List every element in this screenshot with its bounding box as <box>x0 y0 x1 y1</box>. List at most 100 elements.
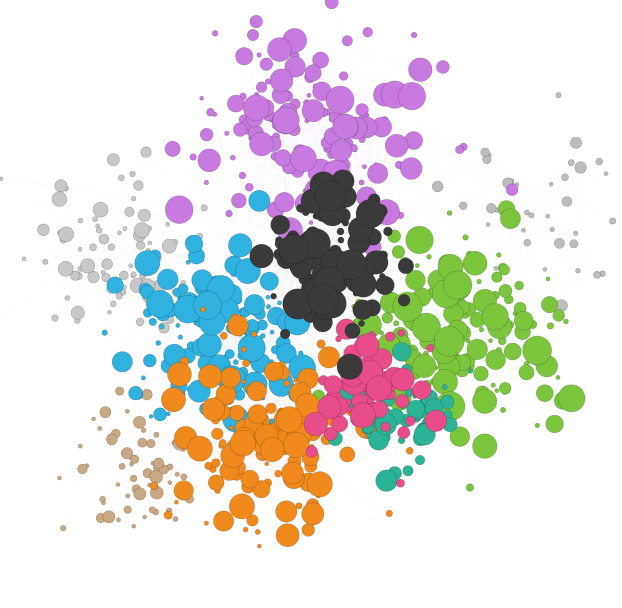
graph-node <box>279 234 309 264</box>
graph-node <box>469 369 473 373</box>
graph-node <box>524 239 531 246</box>
graph-node <box>403 466 413 476</box>
graph-node <box>138 438 147 447</box>
graph-node <box>398 82 426 110</box>
graph-node <box>413 381 432 400</box>
graph-node <box>275 150 292 167</box>
graph-node <box>52 192 67 207</box>
graph-edge <box>0 199 59 326</box>
graph-node <box>305 65 321 81</box>
graph-node <box>211 459 220 468</box>
graph-node <box>90 244 97 251</box>
graph-edge <box>60 428 99 528</box>
graph-node <box>164 511 172 519</box>
graph-node <box>260 438 284 462</box>
graph-node <box>499 284 512 297</box>
graph-node <box>376 276 395 295</box>
graph-node <box>231 193 246 208</box>
graph-node <box>197 333 221 357</box>
graph-node <box>226 210 233 217</box>
graph-node <box>406 416 416 426</box>
graph-node <box>118 175 124 181</box>
graph-node <box>381 422 391 432</box>
graph-node <box>166 222 170 226</box>
graph-node <box>491 383 495 387</box>
graph-node <box>275 192 295 212</box>
graph-edge <box>256 0 332 22</box>
graph-node <box>463 235 469 241</box>
graph-node <box>243 527 248 532</box>
graph-edge <box>571 163 576 234</box>
graph-edge <box>87 466 118 485</box>
graph-node <box>558 385 585 412</box>
graph-node <box>225 131 230 136</box>
graph-node <box>161 388 185 412</box>
graph-node <box>204 180 209 185</box>
graph-node <box>228 315 249 336</box>
graph-node <box>200 128 213 141</box>
graph-node <box>247 29 258 40</box>
graph-node <box>535 423 540 428</box>
graph-node <box>394 321 399 326</box>
graph-node <box>260 272 278 290</box>
graph-node <box>610 218 616 224</box>
graph-node <box>149 507 155 513</box>
graph-node <box>411 32 417 38</box>
graph-node <box>407 400 425 418</box>
graph-node <box>116 293 122 299</box>
graph-node <box>178 335 183 340</box>
graph-node <box>576 268 581 273</box>
graph-node <box>266 403 277 414</box>
graph-node <box>108 244 115 251</box>
graph-node <box>447 211 452 216</box>
graph-node <box>594 271 601 278</box>
graph-node <box>129 386 143 400</box>
graph-node <box>250 132 274 156</box>
graph-node <box>570 137 581 148</box>
graph-node <box>406 226 434 254</box>
graph-node <box>257 53 262 58</box>
graph-node <box>129 264 133 268</box>
graph-node <box>168 362 192 386</box>
graph-node <box>243 360 250 367</box>
graph-node <box>130 475 137 482</box>
graph-node <box>243 95 269 121</box>
graph-node <box>271 215 290 234</box>
graph-node <box>270 69 293 92</box>
graph-node <box>175 472 179 476</box>
graph-node <box>506 184 518 196</box>
graph-node <box>80 259 94 273</box>
graph-node <box>38 224 50 236</box>
graph-node <box>181 474 187 480</box>
graph-node <box>546 214 550 218</box>
graph-node <box>212 428 224 440</box>
graph-node <box>219 439 226 446</box>
graph-node <box>284 432 310 458</box>
graph-node <box>479 327 484 332</box>
graph-node <box>136 241 145 250</box>
graph-node <box>318 347 339 368</box>
graph-node <box>366 376 391 401</box>
graph-node <box>230 431 256 457</box>
graph-node <box>78 464 88 474</box>
graph-node <box>306 446 318 458</box>
graph-node <box>270 330 274 334</box>
graph-node <box>126 494 130 498</box>
graph-node <box>356 199 385 228</box>
graph-node <box>362 165 366 169</box>
graph-node <box>55 180 67 192</box>
graph-node <box>156 341 161 346</box>
graph-node <box>521 228 525 232</box>
graph-node <box>473 434 498 459</box>
graph-node <box>141 147 152 158</box>
graph-node <box>398 427 410 439</box>
graph-node <box>107 154 119 166</box>
graph-node <box>143 354 156 367</box>
graph-node <box>124 506 132 514</box>
graph-node <box>257 544 261 548</box>
graph-node <box>103 511 115 523</box>
graph-node <box>519 365 534 380</box>
graph-node <box>207 108 215 116</box>
graph-node <box>477 279 482 284</box>
graph-node <box>198 365 222 389</box>
